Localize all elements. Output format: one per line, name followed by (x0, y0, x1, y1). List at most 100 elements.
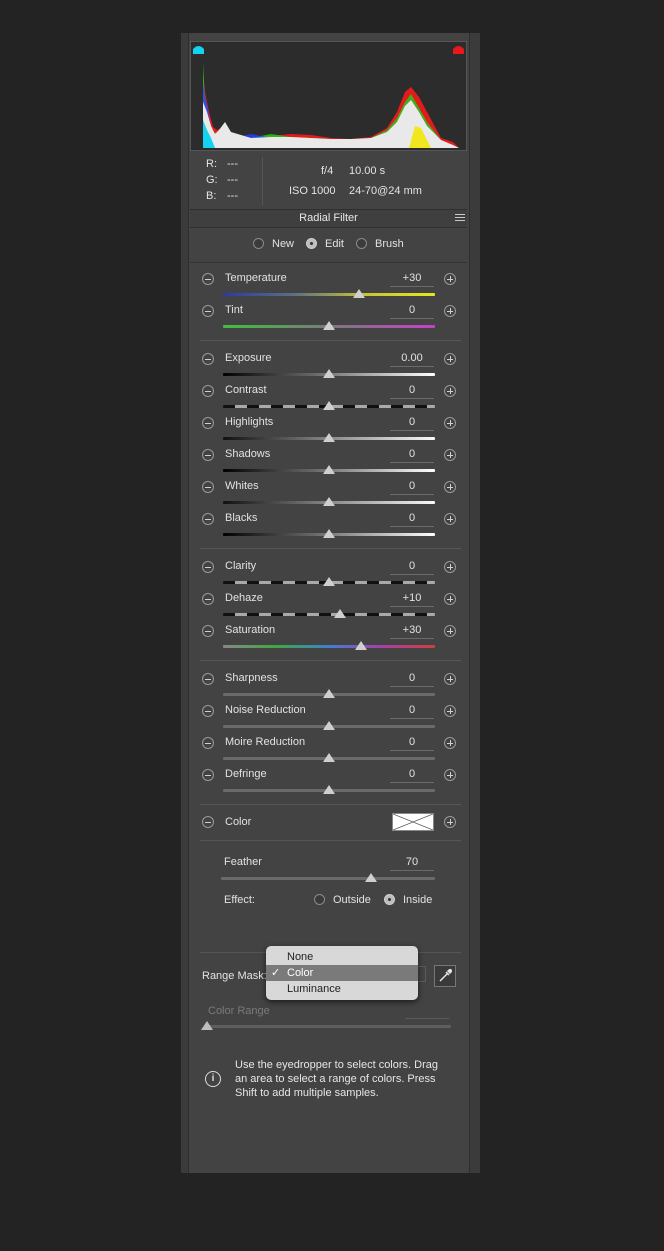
slider-thumb[interactable] (323, 401, 335, 410)
slider-value[interactable]: +30 (390, 624, 434, 639)
slider-minus-button[interactable] (202, 481, 214, 493)
slider-plus-button[interactable] (444, 561, 456, 573)
b-value: --- (227, 190, 238, 202)
mode-edit-radio[interactable] (306, 238, 317, 249)
slider-value[interactable]: 0 (390, 448, 434, 463)
slider-thumb[interactable] (323, 497, 335, 506)
slider-plus-button[interactable] (444, 273, 456, 285)
color-swatch[interactable] (392, 813, 434, 831)
slider-value[interactable]: +10 (390, 592, 434, 607)
slider-thumb[interactable] (323, 577, 335, 586)
slider-value[interactable]: 0 (390, 768, 434, 783)
slider-minus-button[interactable] (202, 673, 214, 685)
effect-outside-radio[interactable] (314, 894, 325, 905)
color-range-label: Color Range (208, 1005, 270, 1017)
slider-minus-button[interactable] (202, 705, 214, 717)
slider-thumb[interactable] (323, 369, 335, 378)
slider-minus-button[interactable] (202, 513, 214, 525)
range-mask-option-color[interactable]: ✓ Color (266, 965, 418, 981)
slider-thumb[interactable] (323, 689, 335, 698)
color-minus-button[interactable] (202, 816, 214, 828)
range-mask-dropdown[interactable]: None ✓ Color Luminance (266, 946, 418, 1000)
r-label: R: (206, 158, 217, 170)
color-plus-button[interactable] (444, 816, 456, 828)
slider-value[interactable]: 0 (390, 384, 434, 399)
slider-plus-button[interactable] (444, 673, 456, 685)
hamburger-icon[interactable] (455, 214, 465, 222)
slider-minus-button[interactable] (202, 769, 214, 781)
slider-value[interactable]: 0 (390, 512, 434, 527)
slider-minus-button[interactable] (202, 273, 214, 285)
mode-new-radio[interactable] (253, 238, 264, 249)
slider-plus-button[interactable] (444, 449, 456, 461)
slider-value[interactable]: 0 (390, 560, 434, 575)
slider-thumb[interactable] (333, 609, 346, 618)
slider-label: Saturation (225, 624, 276, 636)
checkmark-icon: ✓ (271, 967, 281, 979)
slider-value[interactable]: 0 (390, 480, 434, 495)
slider-thumb[interactable] (323, 433, 335, 442)
range-mask-label: Range Mask: (202, 970, 267, 982)
eyedropper-button[interactable] (434, 965, 456, 987)
feather-track[interactable] (221, 877, 435, 880)
slider-label: Clarity (225, 560, 257, 572)
slider-plus-button[interactable] (444, 385, 456, 397)
shadow-clipping-warning-icon[interactable] (192, 44, 205, 55)
slider-value[interactable]: 0 (390, 416, 434, 431)
slider-label: Noise Reduction (225, 704, 306, 716)
color-range-track[interactable] (205, 1025, 451, 1028)
color-range-thumb[interactable] (201, 1021, 213, 1030)
slider-plus-button[interactable] (444, 305, 456, 317)
slider-minus-button[interactable] (202, 593, 214, 605)
slider-track[interactable] (223, 293, 435, 296)
effect-inside-radio[interactable] (384, 894, 395, 905)
slider-value[interactable]: 0 (390, 704, 434, 719)
slider-plus-button[interactable] (444, 481, 456, 493)
slider-label: Whites (225, 480, 259, 492)
slider-thumb[interactable] (323, 529, 335, 538)
slider-minus-button[interactable] (202, 449, 214, 461)
slider-plus-button[interactable] (444, 513, 456, 525)
info-text-line-2: an area to select a range of colors. Pre… (235, 1073, 436, 1085)
slider-value[interactable]: 0.00 (390, 352, 434, 367)
mode-separator (190, 262, 467, 263)
slider-thumb[interactable] (323, 753, 335, 762)
slider-plus-button[interactable] (444, 769, 456, 781)
slider-thumb[interactable] (354, 641, 367, 650)
g-value: --- (227, 174, 238, 186)
slider-plus-button[interactable] (444, 705, 456, 717)
slider-thumb[interactable] (323, 785, 335, 794)
slider-plus-button[interactable] (444, 593, 456, 605)
slider-value[interactable]: 0 (390, 672, 434, 687)
slider-thumb[interactable] (323, 465, 335, 474)
range-mask-option-none[interactable]: None (266, 949, 418, 965)
r-value: --- (227, 158, 238, 170)
slider-track[interactable] (223, 613, 435, 616)
slider-minus-button[interactable] (202, 561, 214, 573)
feather-thumb[interactable] (364, 873, 377, 882)
slider-minus-button[interactable] (202, 417, 214, 429)
slider-thumb[interactable] (323, 321, 335, 330)
slider-plus-button[interactable] (444, 353, 456, 365)
group-separator-1 (200, 340, 461, 341)
range-mask-option-luminance[interactable]: Luminance (266, 981, 418, 997)
slider-value[interactable]: +30 (390, 272, 434, 287)
slider-minus-button[interactable] (202, 737, 214, 749)
slider-value[interactable]: 0 (390, 736, 434, 751)
slider-plus-button[interactable] (444, 625, 456, 637)
slider-thumb[interactable] (323, 721, 335, 730)
slider-value[interactable]: 0 (390, 304, 434, 319)
slider-plus-button[interactable] (444, 737, 456, 749)
slider-minus-button[interactable] (202, 385, 214, 397)
feather-value[interactable]: 70 (390, 856, 434, 871)
slider-minus-button[interactable] (202, 625, 214, 637)
slider-minus-button[interactable] (202, 353, 214, 365)
slider-label: Defringe (225, 768, 267, 780)
slider-minus-button[interactable] (202, 305, 214, 317)
slider-thumb[interactable] (352, 289, 365, 298)
slider-plus-button[interactable] (444, 417, 456, 429)
mode-brush-radio[interactable] (356, 238, 367, 249)
readout-divider (262, 157, 263, 205)
slider-track[interactable] (223, 645, 435, 648)
highlight-clipping-warning-icon[interactable] (452, 44, 465, 55)
